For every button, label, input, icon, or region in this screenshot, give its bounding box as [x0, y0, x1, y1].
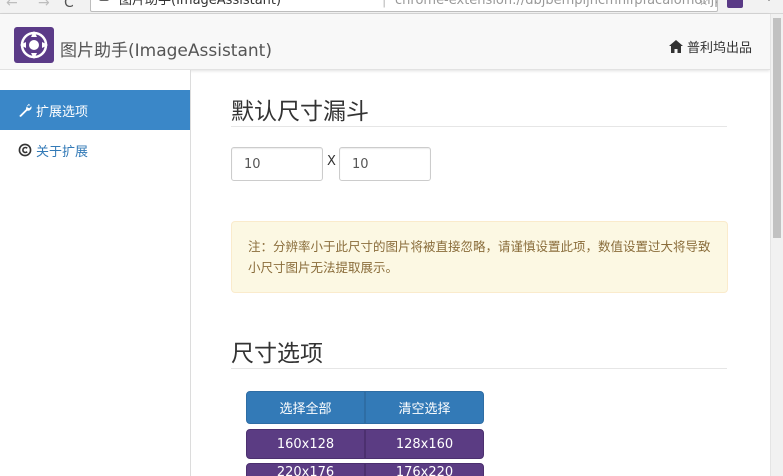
- copyright-icon: [18, 143, 32, 157]
- address-bar-title: 图片助手(ImageAssistant): [119, 0, 282, 8]
- select-all-label: 选择全部: [279, 402, 332, 417]
- wrench-icon: [19, 103, 32, 117]
- section-title-size-filter: 默认尺寸漏斗: [231, 99, 369, 125]
- section-divider: [231, 368, 727, 369]
- sidebar-item-label: 关于扩展: [36, 144, 89, 160]
- warning-alert: 注：分辨率小于此尺寸的图片将被直接忽略，请谨慎设置此项，数值设置过大将导致小尺寸…: [231, 221, 728, 293]
- size-option-button[interactable]: 220x176: [246, 463, 365, 476]
- times-label: X: [327, 154, 336, 169]
- sidebar-item-about[interactable]: 关于扩展: [0, 130, 190, 170]
- size-option-label: 220x176: [276, 464, 335, 476]
- bookmark-star-icon[interactable]: ☆: [698, 0, 709, 11]
- warning-alert-text: 注：分辨率小于此尺寸的图片将被直接忽略，请谨慎设置此项，数值设置过大将导致小尺寸…: [248, 239, 711, 275]
- home-icon: [668, 40, 683, 53]
- forward-arrow-icon[interactable]: →: [38, 0, 50, 11]
- size-option-label: 160x128: [276, 436, 335, 452]
- sidebar-item-label: 扩展选项: [36, 104, 89, 120]
- address-bar[interactable]: 图片助手(ImageAssistant) | chrome-extension:…: [90, 0, 718, 12]
- page-icon: [99, 0, 109, 1]
- min-width-input[interactable]: [231, 147, 323, 181]
- main-content: 默认尺寸漏斗 X 注：分辨率小于此尺寸的图片将被直接忽略，请谨慎设置此项，数值设…: [191, 70, 770, 476]
- home-link[interactable]: 普利坞出品: [668, 37, 752, 56]
- section-divider: [231, 126, 727, 127]
- back-arrow-icon[interactable]: ←: [6, 0, 18, 11]
- extension-icon[interactable]: [727, 0, 743, 8]
- app-header: 图片助手(ImageAssistant) 普利坞出品: [0, 14, 770, 70]
- home-link-label: 普利坞出品: [686, 41, 752, 56]
- section-title-size-options: 尺寸选项: [231, 341, 323, 367]
- size-option-button[interactable]: 176x220: [365, 463, 484, 476]
- size-option-label: 176x220: [395, 464, 454, 476]
- size-option-button[interactable]: 160x128: [246, 429, 365, 459]
- app-title: 图片助手(ImageAssistant): [60, 41, 272, 61]
- min-height-input[interactable]: [339, 147, 431, 181]
- clear-selection-label: 清空选择: [398, 402, 451, 417]
- page-scrollbar[interactable]: [770, 14, 783, 476]
- sidebar: 扩展选项 关于扩展: [0, 70, 191, 476]
- sidebar-item-options[interactable]: 扩展选项: [0, 90, 190, 130]
- size-option-button[interactable]: 128x160: [365, 429, 484, 459]
- reload-icon[interactable]: C: [64, 0, 74, 11]
- browser-toolbar: ← → C 图片助手(ImageAssistant) | chrome-exte…: [0, 0, 783, 14]
- app-logo-icon: [14, 27, 54, 63]
- address-bar-url: chrome-extension://dbjbempljhcmhlfpfacal…: [395, 0, 717, 8]
- scrollbar-thumb[interactable]: [773, 18, 781, 238]
- clear-selection-button[interactable]: 清空选择: [365, 391, 484, 424]
- size-option-label: 128x160: [395, 436, 454, 452]
- address-bar-separator: |: [382, 0, 387, 8]
- select-all-button[interactable]: 选择全部: [246, 391, 365, 424]
